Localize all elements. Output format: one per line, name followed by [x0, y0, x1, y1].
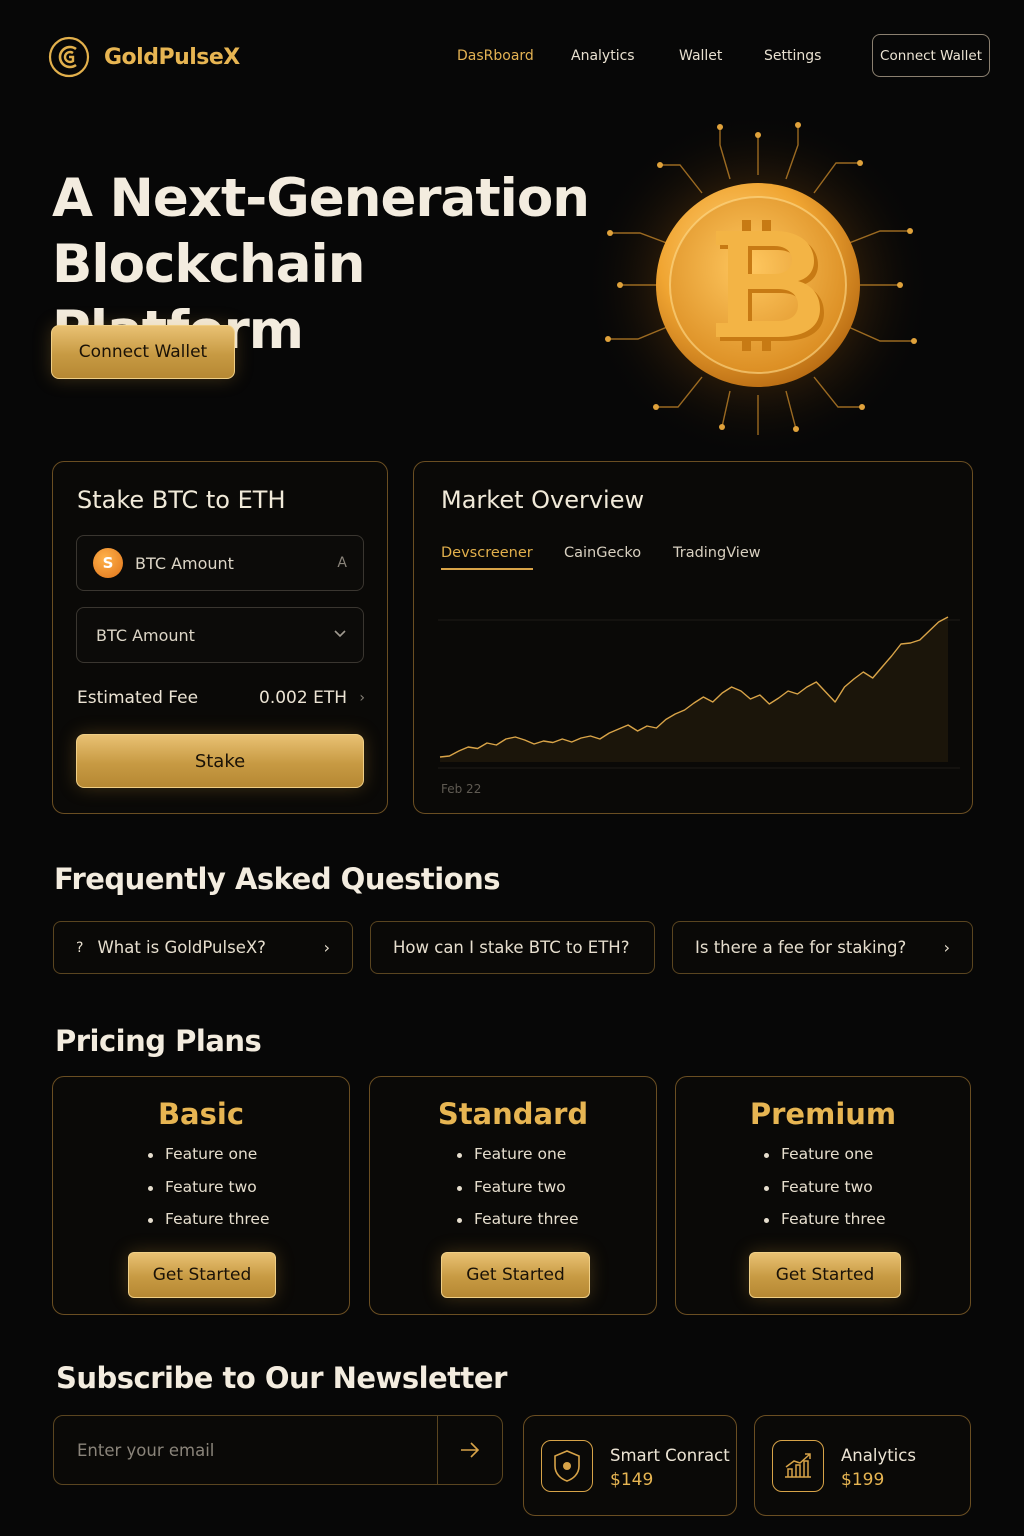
faq-item-how-stake[interactable]: How can I stake BTC to ETH? [370, 921, 655, 974]
feature-price: $149 [610, 1470, 654, 1490]
faq-item-fee[interactable]: Is there a fee for staking? › [672, 921, 973, 974]
btc-amount-select[interactable]: BTC Amount [76, 607, 364, 663]
plan-features: Feature one Feature two Feature three [148, 1145, 270, 1243]
question-icon: ? [76, 939, 84, 956]
arrow-right-icon [461, 1442, 480, 1458]
field-suffix: A [337, 555, 347, 571]
feature-item: Feature one [457, 1145, 579, 1178]
faq-question: How can I stake BTC to ETH? [393, 938, 630, 957]
hero-title-line1: A Next-Generation [52, 168, 590, 229]
btc-amount-select-placeholder: BTC Amount [96, 625, 195, 645]
newsletter-form [53, 1415, 503, 1485]
logo-icon [48, 36, 90, 78]
faq-item-what-is[interactable]: ? What is GoldPulseX? › [53, 921, 353, 974]
get-started-button[interactable]: Get Started [749, 1252, 901, 1298]
tab-caingecko[interactable]: CainGecko [564, 545, 641, 561]
get-started-button[interactable]: Get Started [441, 1252, 590, 1298]
pricing-title: Pricing Plans [55, 1024, 262, 1058]
chart-area-fill [440, 617, 948, 762]
plan-card-premium: Premium Feature one Feature two Feature … [675, 1076, 971, 1315]
tab-tradingview[interactable]: TradingView [673, 545, 761, 561]
fee-value: 0.002 ETH [259, 688, 347, 708]
stake-panel: Stake BTC to ETH S BTC Amount A BTC Amou… [52, 461, 388, 814]
feature-item: Feature three [457, 1210, 579, 1243]
brand-logo[interactable]: GoldPulseX [48, 36, 240, 78]
coin-icon: S [93, 548, 123, 578]
nav-settings[interactable]: Settings [764, 48, 821, 64]
shield-icon [541, 1440, 593, 1492]
bitcoin-coin-illustration [583, 115, 933, 455]
plan-name: Basic [157, 1097, 245, 1131]
chevron-right-icon: › [359, 690, 365, 706]
nav-connect-wallet-button[interactable]: Connect Wallet [872, 34, 990, 77]
nav-dashboard[interactable]: DasRboard [457, 48, 534, 64]
faq-question: Is there a fee for staking? [695, 938, 907, 957]
plan-name: Premium [749, 1097, 897, 1131]
btc-amount-placeholder: BTC Amount [135, 553, 234, 573]
nav-wallet[interactable]: Wallet [679, 48, 722, 64]
brand-name: GoldPulseX [104, 44, 240, 70]
hero-connect-wallet-button[interactable]: Connect Wallet [51, 325, 235, 379]
feature-card-analytics[interactable]: Analytics $199 [754, 1415, 971, 1516]
feature-item: Feature one [148, 1145, 270, 1178]
faq-question: What is GoldPulseX? [97, 938, 266, 957]
estimated-fee-row[interactable]: Estimated Fee 0.002 ETH › [77, 688, 365, 708]
newsletter-title: Subscribe to Our Newsletter [56, 1361, 507, 1395]
feature-card-smart-contract[interactable]: Smart Conract $149 [523, 1415, 737, 1516]
stake-button[interactable]: Stake [76, 734, 364, 788]
nav-analytics[interactable]: Analytics [571, 48, 635, 64]
feature-item: Feature two [457, 1178, 579, 1211]
submit-button[interactable] [437, 1416, 502, 1484]
feature-item: Feature one [764, 1145, 886, 1178]
feature-item: Feature two [764, 1178, 886, 1211]
feature-name: Analytics [841, 1446, 916, 1465]
faq-title: Frequently Asked Questions [54, 862, 501, 896]
feature-item: Feature three [764, 1210, 886, 1243]
chevron-down-icon [333, 627, 347, 643]
plan-features: Feature one Feature two Feature three [457, 1145, 579, 1243]
plan-card-standard: Standard Feature one Feature two Feature… [369, 1076, 657, 1315]
plan-card-basic: Basic Feature one Feature two Feature th… [52, 1076, 350, 1315]
feature-item: Feature two [148, 1178, 270, 1211]
feature-name: Smart Conract [610, 1446, 730, 1465]
chevron-right-icon: › [323, 938, 330, 957]
get-started-button[interactable]: Get Started [128, 1252, 276, 1298]
email-input[interactable] [54, 1416, 437, 1484]
feature-item: Feature three [148, 1210, 270, 1243]
fee-label: Estimated Fee [77, 688, 199, 708]
btc-amount-field[interactable]: S BTC Amount A [76, 535, 364, 591]
chart-icon [772, 1440, 824, 1492]
plan-name: Standard [437, 1097, 589, 1131]
market-line-chart [438, 616, 960, 769]
active-tab-indicator [441, 568, 533, 570]
tab-devscreener[interactable]: Devscreener [441, 545, 533, 561]
stake-title: Stake BTC to ETH [77, 486, 286, 514]
market-overview-panel: Market Overview Devscreener CainGecko Tr… [413, 461, 973, 814]
chevron-right-icon: › [943, 938, 950, 957]
market-title: Market Overview [441, 486, 645, 514]
feature-price: $199 [841, 1470, 885, 1490]
chart-date-label: Feb 22 [441, 782, 482, 796]
plan-features: Feature one Feature two Feature three [764, 1145, 886, 1243]
